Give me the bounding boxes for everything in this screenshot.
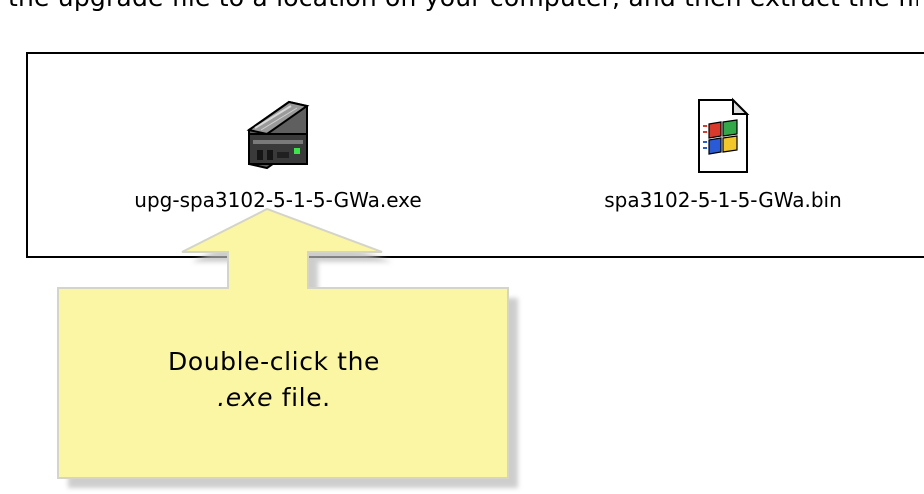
callout-ext: .exe bbox=[217, 383, 274, 412]
instruction-text: the upgrade file to a location on your c… bbox=[8, 0, 918, 12]
bin-file-label: spa3102-5-1-5-GWa.bin bbox=[604, 188, 842, 212]
file-panel: upg-spa3102-5-1-5-GWa.exe spa3102-5-1-5-… bbox=[26, 52, 924, 258]
bin-file-item[interactable]: spa3102-5-1-5-GWa.bin bbox=[573, 96, 873, 212]
callout-line-2: .exe file. bbox=[74, 380, 474, 416]
exe-file-item[interactable]: upg-spa3102-5-1-5-GWa.exe bbox=[88, 96, 468, 212]
exe-file-label: upg-spa3102-5-1-5-GWa.exe bbox=[134, 188, 422, 212]
hard-drive-installer-icon bbox=[246, 100, 310, 170]
callout-text: Double-click the .exe file. bbox=[74, 344, 474, 416]
windows-document-icon bbox=[698, 97, 750, 173]
callout-suffix: file. bbox=[273, 383, 331, 412]
instruction-text-content: the upgrade file to a location on your c… bbox=[8, 0, 918, 12]
callout-line-1: Double-click the bbox=[167, 347, 381, 376]
